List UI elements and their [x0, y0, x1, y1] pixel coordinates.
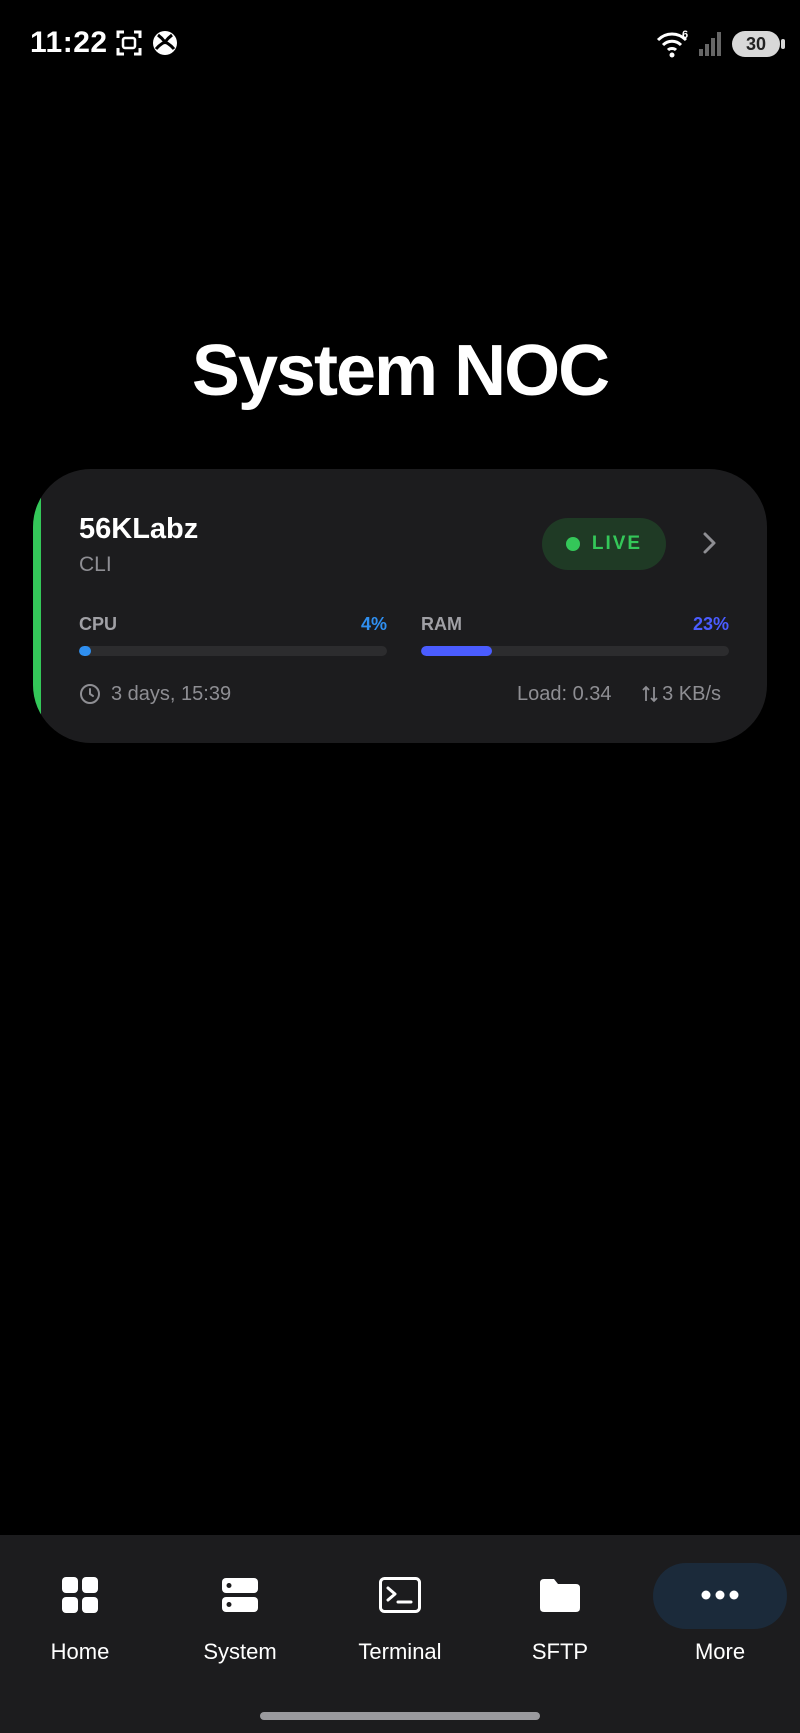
- battery-level: 30: [745, 33, 767, 54]
- ram-bar-track: [421, 646, 729, 656]
- network-throughput: 3 KB/s: [642, 679, 721, 709]
- cpu-bar-track: [79, 646, 387, 656]
- ram-label: RAM: [421, 614, 462, 634]
- ram-bar-fill: [421, 646, 492, 656]
- status-indicators: 6 30: [656, 28, 785, 60]
- nav-item-system[interactable]: System: [160, 1565, 320, 1685]
- status-label: LIVE: [591, 533, 643, 554]
- nav-label-home: Home: [50, 1639, 110, 1664]
- uptime-text: 3 days, 15:39: [111, 683, 232, 705]
- grid-icon: [58, 1573, 102, 1617]
- server-type: CLI: [79, 553, 112, 576]
- nav-label-more: More: [694, 1639, 746, 1664]
- home-indicator[interactable]: [260, 1712, 540, 1720]
- battery-icon: 30: [732, 31, 785, 57]
- server-name: 56KLabz: [79, 513, 199, 545]
- screenshot-icon: [116, 30, 142, 56]
- terminal-icon: [378, 1573, 422, 1617]
- page-title: System NOC: [191, 331, 610, 411]
- nav-item-home[interactable]: Home: [0, 1565, 160, 1685]
- cpu-value: 4%: [360, 614, 387, 634]
- status-badge: LIVE: [542, 518, 666, 570]
- wifi-icon: 6: [656, 29, 688, 58]
- wifi-badge: 6: [682, 29, 688, 41]
- live-dot-icon: [565, 537, 580, 551]
- status-time: 11:22: [30, 26, 108, 59]
- nav-label-terminal: Terminal: [358, 1639, 442, 1664]
- ram-value: 23%: [692, 614, 729, 634]
- nav-label-system: System: [203, 1639, 277, 1664]
- xbox-icon: [153, 31, 177, 55]
- network-text: 3 KB/s: [662, 683, 721, 705]
- chevron-right-icon[interactable]: [695, 528, 725, 558]
- status-bar: 11:22 6 30: [0, 0, 800, 90]
- swap-vertical-icon: [642, 685, 658, 703]
- server-stats-row: 3 days, 15:39 Load: 0.34 3 KB/s: [79, 679, 721, 709]
- server-icon: [218, 1573, 262, 1617]
- uptime: 3 days, 15:39: [79, 679, 231, 709]
- server-card[interactable]: 56KLabz CLI LIVE CPU 4% RAM 23% 3 days, …: [33, 469, 767, 743]
- status-accent-bar: [33, 469, 41, 743]
- nav-label-sftp: SFTP: [531, 1639, 589, 1664]
- cpu-bar-fill: [79, 646, 92, 656]
- nav-item-more[interactable]: More: [640, 1563, 800, 1685]
- nav-item-terminal[interactable]: Terminal: [320, 1565, 480, 1685]
- nav-item-sftp[interactable]: SFTP: [480, 1565, 640, 1685]
- folder-icon: [538, 1573, 582, 1617]
- clock-icon: [80, 684, 100, 704]
- more-dots-icon: [698, 1573, 742, 1617]
- bottom-nav: Home System Terminal SFTP More: [0, 1535, 800, 1733]
- signal-icon: [699, 32, 721, 56]
- cpu-label: CPU: [79, 614, 118, 634]
- load-average: Load: 0.34: [517, 683, 612, 705]
